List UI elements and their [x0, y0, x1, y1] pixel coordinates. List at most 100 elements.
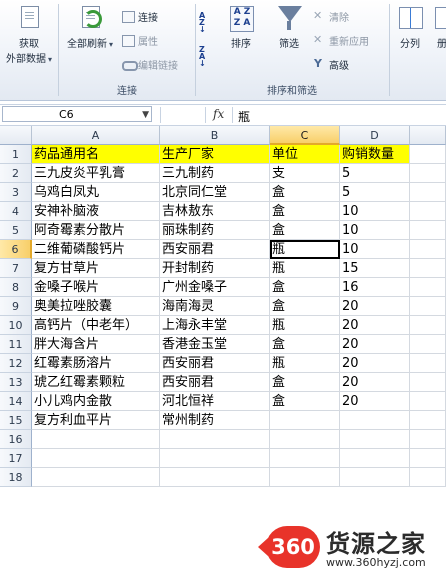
cell-a2[interactable]: 三九皮炎平乳膏	[32, 164, 160, 183]
row-header[interactable]: 12	[0, 354, 32, 373]
row-header[interactable]: 1	[0, 145, 32, 164]
cell-d1[interactable]: 购销数量	[340, 145, 410, 164]
cell-e14[interactable]	[410, 392, 446, 411]
cell-b6[interactable]: 西安丽君	[160, 240, 270, 259]
cell-d3[interactable]: 5	[340, 183, 410, 202]
row-header[interactable]: 13	[0, 373, 32, 392]
cell-a9[interactable]: 奥美拉唑胶囊	[32, 297, 160, 316]
cell-b9[interactable]: 海南海灵	[160, 297, 270, 316]
row-header[interactable]: 2	[0, 164, 32, 183]
sort-ascending-button[interactable]: A Z ↓	[199, 12, 215, 34]
cell-b7[interactable]: 开封制药	[160, 259, 270, 278]
formula-input[interactable]: 瓶	[238, 108, 250, 125]
cell-c17[interactable]	[270, 449, 340, 468]
cell-d5[interactable]: 10	[340, 221, 410, 240]
cell-a7[interactable]: 复方甘草片	[32, 259, 160, 278]
row-header[interactable]: 7	[0, 259, 32, 278]
cell-a1[interactable]: 药品通用名	[32, 145, 160, 164]
cell-e16[interactable]	[410, 430, 446, 449]
column-header-b[interactable]: B	[160, 126, 270, 145]
cell-b12[interactable]: 西安丽君	[160, 354, 270, 373]
cell-c2[interactable]: 支	[270, 164, 340, 183]
clear-button[interactable]: 清除	[313, 9, 349, 24]
cell-d2[interactable]: 5	[340, 164, 410, 183]
cell-d13[interactable]: 20	[340, 373, 410, 392]
row-header[interactable]: 17	[0, 449, 32, 468]
cell-e6[interactable]	[410, 240, 446, 259]
cell-c12[interactable]: 瓶	[270, 354, 340, 373]
cell-c11[interactable]: 盒	[270, 335, 340, 354]
cell-b15[interactable]: 常州制药	[160, 411, 270, 430]
column-header-d[interactable]: D	[340, 126, 410, 145]
cell-d17[interactable]	[340, 449, 410, 468]
cell-a12[interactable]: 红霉素肠溶片	[32, 354, 160, 373]
cell-a11[interactable]: 胖大海含片	[32, 335, 160, 354]
reapply-button[interactable]: 重新应用	[313, 33, 369, 48]
cell-b17[interactable]	[160, 449, 270, 468]
row-header[interactable]: 11	[0, 335, 32, 354]
cell-d10[interactable]: 20	[340, 316, 410, 335]
name-box-dropdown-icon[interactable]: ▼	[142, 107, 149, 123]
cell-d4[interactable]: 10	[340, 202, 410, 221]
cell-c10[interactable]: 瓶	[270, 316, 340, 335]
row-header[interactable]: 14	[0, 392, 32, 411]
cell-a5[interactable]: 阿奇霉素分散片	[32, 221, 160, 240]
cell-b8[interactable]: 广州金嗓子	[160, 278, 270, 297]
properties-button[interactable]: 属性	[122, 33, 158, 48]
cell-a13[interactable]: 琥乙红霉素颗粒	[32, 373, 160, 392]
cell-b3[interactable]: 北京同仁堂	[160, 183, 270, 202]
cell-d15[interactable]	[340, 411, 410, 430]
cell-e10[interactable]	[410, 316, 446, 335]
cell-c7[interactable]: 瓶	[270, 259, 340, 278]
cell-a15[interactable]: 复方利血平片	[32, 411, 160, 430]
sort-descending-button[interactable]: Z A ↓	[199, 46, 215, 68]
cell-a17[interactable]	[32, 449, 160, 468]
cell-a10[interactable]: 高钙片（中老年）	[32, 316, 160, 335]
cell-a14[interactable]: 小儿鸡内金散	[32, 392, 160, 411]
cell-e13[interactable]	[410, 373, 446, 392]
cell-b10[interactable]: 上海永丰堂	[160, 316, 270, 335]
row-header[interactable]: 9	[0, 297, 32, 316]
row-header[interactable]: 15	[0, 411, 32, 430]
cell-d11[interactable]: 20	[340, 335, 410, 354]
cell-d7[interactable]: 15	[340, 259, 410, 278]
cell-b13[interactable]: 西安丽君	[160, 373, 270, 392]
cell-a6[interactable]: 二维葡磷酸钙片	[32, 240, 160, 259]
column-header-a[interactable]: A	[32, 126, 160, 145]
get-external-data-button[interactable]: 获取 外部数据	[2, 4, 56, 65]
column-header-e[interactable]	[410, 126, 446, 145]
cell-c4[interactable]: 盒	[270, 202, 340, 221]
row-header[interactable]: 6	[0, 240, 32, 259]
cell-c6[interactable]: 瓶	[270, 240, 340, 259]
refresh-all-button[interactable]: 全部刷新	[62, 4, 118, 50]
cell-d16[interactable]	[340, 430, 410, 449]
remove-duplicates-button[interactable]: 册	[432, 4, 446, 50]
cell-b14[interactable]: 河北恒祥	[160, 392, 270, 411]
cell-e17[interactable]	[410, 449, 446, 468]
cell-c14[interactable]: 盒	[270, 392, 340, 411]
cell-c1[interactable]: 单位	[270, 145, 340, 164]
cell-e3[interactable]	[410, 183, 446, 202]
spreadsheet-grid[interactable]: A B C D 1 药品通用名 生产厂家 单位 购销数量 2 三九皮炎平乳膏 三九制药支 5 3 乌…	[0, 126, 446, 569]
cell-c16[interactable]	[270, 430, 340, 449]
name-box[interactable]: C6 ▼	[2, 106, 152, 122]
row-header[interactable]: 3	[0, 183, 32, 202]
cell-e5[interactable]	[410, 221, 446, 240]
cell-e9[interactable]	[410, 297, 446, 316]
cell-a8[interactable]: 金嗓子喉片	[32, 278, 160, 297]
cell-e2[interactable]	[410, 164, 446, 183]
column-header-c[interactable]: C	[270, 126, 340, 145]
cell-d14[interactable]: 20	[340, 392, 410, 411]
cell-d6[interactable]: 10	[340, 240, 410, 259]
cell-c13[interactable]: 盒	[270, 373, 340, 392]
cell-e7[interactable]	[410, 259, 446, 278]
cell-b2[interactable]: 三九制药	[160, 164, 270, 183]
cell-d8[interactable]: 16	[340, 278, 410, 297]
row-header[interactable]: 8	[0, 278, 32, 297]
cell-e4[interactable]	[410, 202, 446, 221]
cell-c15[interactable]	[270, 411, 340, 430]
cell-e12[interactable]	[410, 354, 446, 373]
text-to-columns-button[interactable]: 分列	[392, 4, 428, 50]
cell-c3[interactable]: 盒	[270, 183, 340, 202]
sort-button[interactable]: A ZZ A 排序	[222, 4, 260, 50]
